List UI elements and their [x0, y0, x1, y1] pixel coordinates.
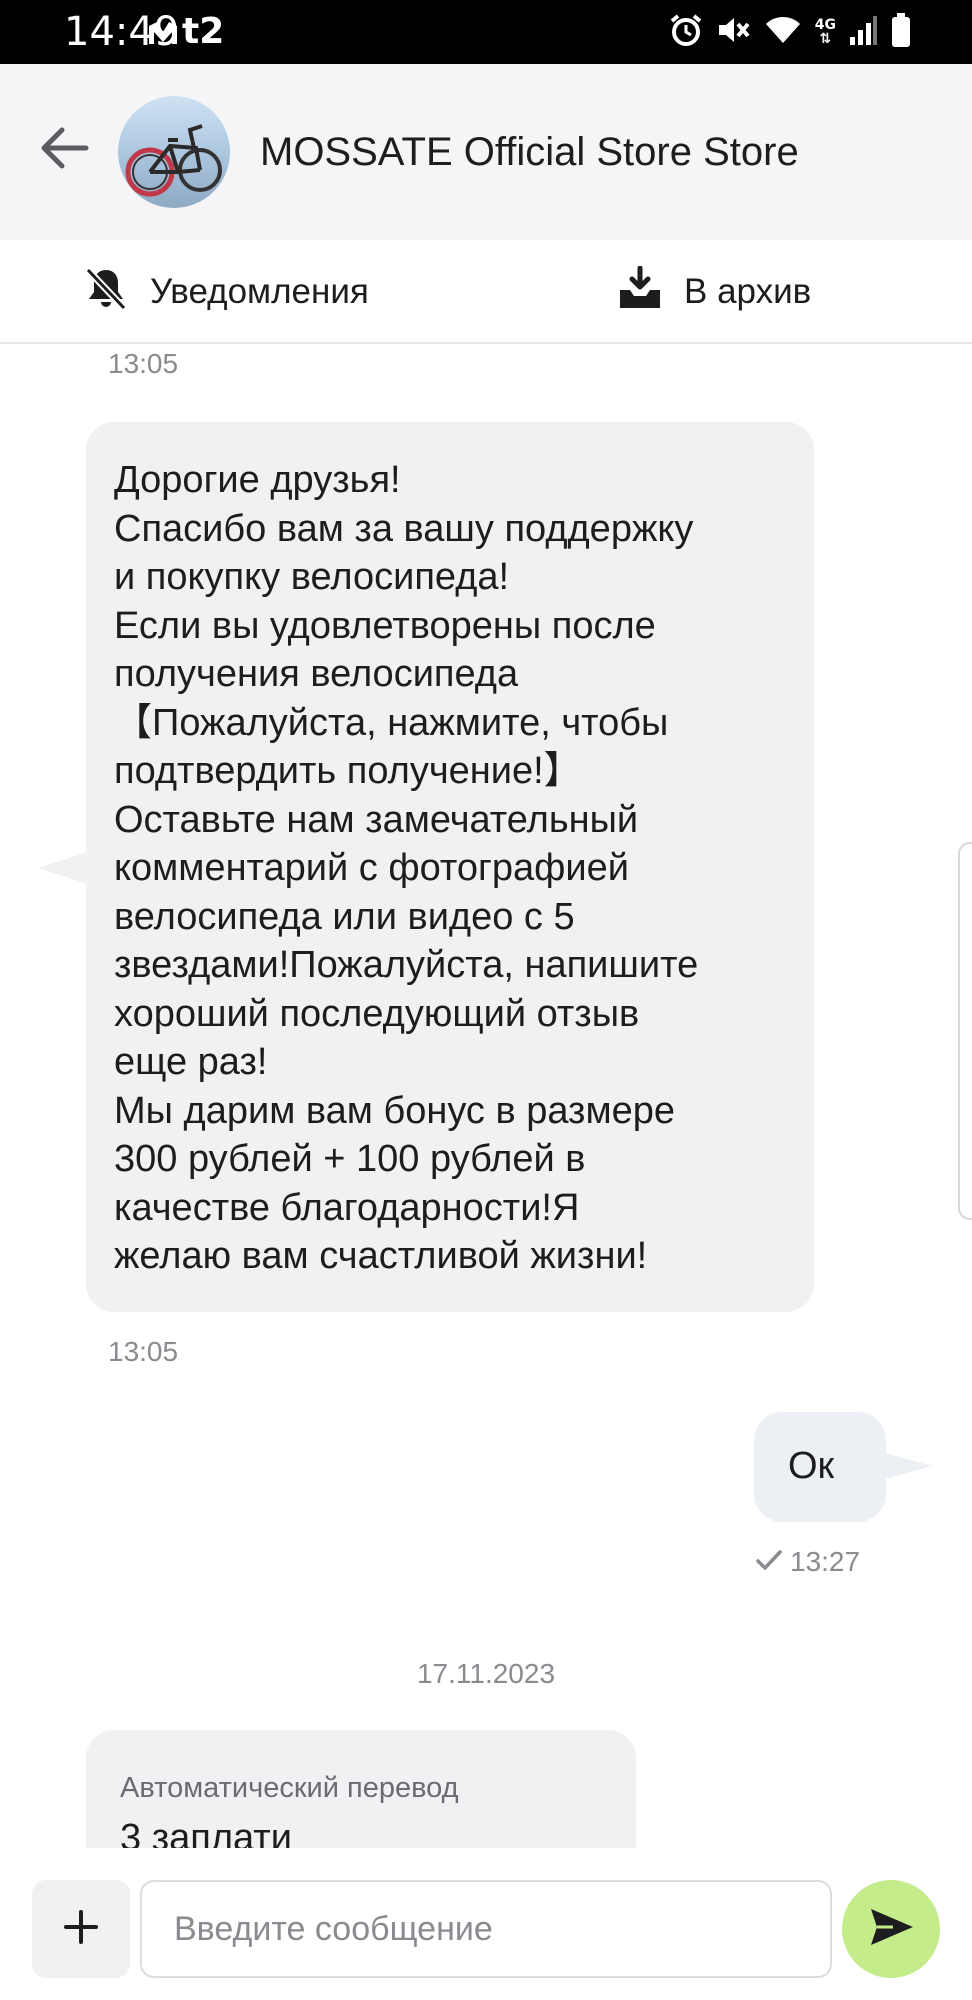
outgoing-message-meta: 13:27: [756, 1544, 860, 1580]
message-input[interactable]: [140, 1880, 832, 1978]
message-timestamp: 13:05: [108, 1336, 179, 1367]
alarm-icon: [669, 13, 703, 52]
back-button[interactable]: [32, 118, 96, 182]
chat-messages[interactable]: 13:05 Дорогие друзья! Спасибо вам за ваш…: [0, 346, 972, 1848]
archive-icon: [618, 265, 662, 319]
attach-button[interactable]: [32, 1880, 130, 1978]
bicycle-icon: [125, 124, 222, 197]
message-timestamp: 13:27: [790, 1546, 861, 1577]
message-composer: [0, 1848, 972, 2000]
outgoing-message-text: Ок: [788, 1445, 835, 1487]
notifications-label: Уведомления: [150, 272, 369, 311]
notifications-button[interactable]: Уведомления: [84, 266, 369, 318]
incoming-message-text: Дорогие друзья! Спасибо вам за вашу подд…: [114, 459, 699, 1277]
outgoing-message-bubble[interactable]: Ок: [754, 1412, 886, 1522]
outgoing-bubble-tail: [882, 1452, 932, 1480]
auto-translation-label: Автоматический перевод: [120, 1772, 459, 1804]
partial-message-text: 3 заплати: [120, 1817, 292, 1848]
battery-icon: [890, 12, 912, 53]
incoming-message-bubble-partial[interactable]: Автоматический перевод 3 заплати: [86, 1730, 636, 1848]
status-bar: 14:49 t2 4G ⇅: [0, 0, 972, 64]
arrow-left-icon: [38, 126, 90, 175]
store-title[interactable]: MOSSATE Official Store Store: [260, 124, 799, 180]
mail-icon: [146, 18, 180, 53]
date-separator: 17.11.2023: [416, 1658, 556, 1689]
carrier-label: t2: [182, 11, 225, 52]
scroll-handle[interactable]: [958, 842, 972, 1220]
wifi-icon: [763, 13, 803, 52]
archive-button[interactable]: В архив: [618, 265, 812, 319]
message-timestamp: 13:05: [108, 348, 179, 379]
bell-muted-icon: [84, 266, 128, 319]
plus-icon: [63, 1909, 99, 1950]
send-button[interactable]: [842, 1880, 940, 1978]
chat-actions-bar: Уведомления В архив: [0, 240, 972, 344]
mute-icon: [715, 13, 751, 52]
incoming-message-bubble[interactable]: Дорогие друзья! Спасибо вам за вашу подд…: [86, 422, 814, 1312]
incoming-bubble-tail: [38, 852, 88, 884]
network-type-icon: 4G ⇅: [814, 17, 836, 47]
chat-header: MOSSATE Official Store Store: [0, 64, 972, 240]
signal-icon: [848, 13, 878, 52]
status-icons: 4G ⇅: [669, 12, 912, 52]
send-icon: [867, 1905, 915, 1954]
checkmark-icon: [756, 1549, 782, 1576]
store-avatar[interactable]: [118, 96, 230, 208]
archive-label: В архив: [684, 272, 812, 311]
